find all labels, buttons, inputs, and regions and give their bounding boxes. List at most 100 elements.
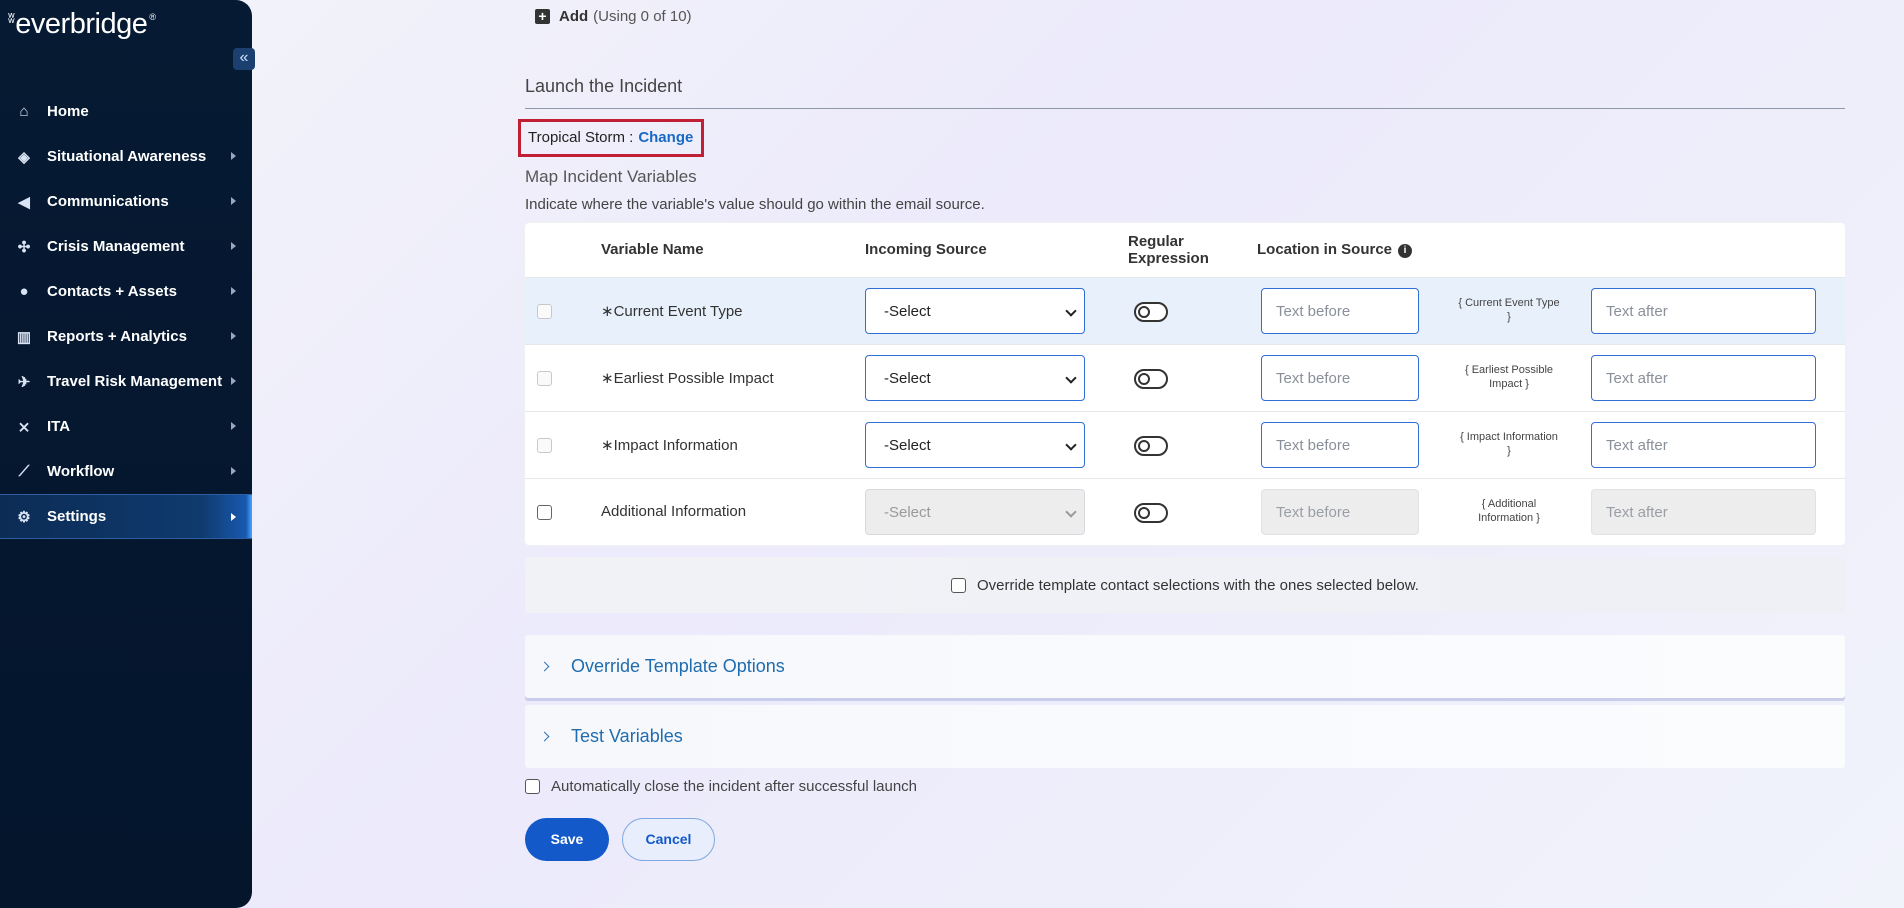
megaphone-icon: ◀ xyxy=(18,193,30,211)
registered-mark-icon: ® xyxy=(149,12,156,22)
home-icon: ⌂ xyxy=(19,103,29,120)
chevron-right-icon xyxy=(231,287,236,295)
text-after-input[interactable]: Text after xyxy=(1591,422,1816,468)
everbridge-logo[interactable]: ʬ everbridge ® xyxy=(8,8,156,41)
column-header-variable-name: Variable Name xyxy=(601,241,704,258)
select-value: -Select xyxy=(884,504,931,521)
sidebar-item-settings[interactable]: ⚙ Settings xyxy=(0,494,252,539)
incident-template-name: Tropical Storm : xyxy=(528,129,634,146)
variable-token-line1: { Impact Information xyxy=(1460,431,1558,443)
text-after-input[interactable]: Text after xyxy=(1591,288,1816,334)
map-variables-title: Map Incident Variables xyxy=(525,167,697,186)
sidebar-item-contacts-assets[interactable]: ● Contacts + Assets xyxy=(0,269,252,314)
sidebar-item-label: Contacts + Assets xyxy=(47,283,177,300)
variable-token: { Additional Information } xyxy=(1451,497,1567,525)
chevron-down-icon xyxy=(1065,305,1077,317)
accordion-label: Override Template Options xyxy=(571,656,785,676)
incoming-source-select[interactable]: -Select xyxy=(865,422,1085,468)
location-pin-icon: ● xyxy=(19,283,29,300)
override-contacts-bar: Override template contact selections wit… xyxy=(525,557,1845,613)
chevron-down-icon xyxy=(1065,506,1077,518)
ita-icon: ⨯ xyxy=(17,418,31,436)
override-template-options-accordion[interactable]: Override Template Options xyxy=(525,635,1845,698)
regular-expression-toggle[interactable] xyxy=(1134,369,1168,389)
map-variables-description: Indicate where the variable's value shou… xyxy=(525,196,985,213)
column-header-regular-expression-line2: Expression xyxy=(1128,250,1209,267)
add-variable-row[interactable]: + Add (Using 0 of 10) xyxy=(535,8,692,25)
text-before-input[interactable]: Text before xyxy=(1261,355,1419,401)
text-before-input: Text before xyxy=(1261,489,1419,535)
bar-chart-icon: ▥ xyxy=(16,328,32,346)
line-chart-icon: ⟋ xyxy=(18,463,30,480)
regular-expression-toggle[interactable] xyxy=(1134,436,1168,456)
sidebar-item-reports-analytics[interactable]: ▥ Reports + Analytics xyxy=(0,314,252,359)
change-template-link[interactable]: Change xyxy=(638,129,693,146)
add-usage-count: (Using 0 of 10) xyxy=(593,8,692,25)
sidebar-item-label: Home xyxy=(47,103,89,120)
sidebar-item-label: Communications xyxy=(47,193,169,210)
test-variables-accordion[interactable]: Test Variables xyxy=(525,705,1845,768)
regular-expression-toggle[interactable] xyxy=(1134,302,1168,322)
column-header-location-in-source: Location in Source i xyxy=(1257,241,1413,258)
sidebar-item-workflow[interactable]: ⟋ Workflow xyxy=(0,449,252,494)
chevron-right-icon xyxy=(231,242,236,250)
double-chevron-left-icon: « xyxy=(239,49,249,66)
info-icon[interactable]: i xyxy=(1398,244,1413,258)
incoming-source-select[interactable]: -Select xyxy=(865,288,1085,334)
chevron-right-icon xyxy=(539,661,550,672)
override-contacts-label[interactable]: Override template contact selections wit… xyxy=(977,577,1419,594)
plus-square-icon[interactable]: + xyxy=(535,9,550,24)
chevron-right-icon xyxy=(231,332,236,340)
text-before-input[interactable]: Text before xyxy=(1261,422,1419,468)
toggle-knob xyxy=(1138,507,1150,519)
add-label[interactable]: Add xyxy=(559,8,588,25)
sidebar-item-communications[interactable]: ◀ Communications xyxy=(0,179,252,224)
variable-token: { Earliest Possible Impact } xyxy=(1451,363,1567,391)
variable-token-line1: { Current Event Type xyxy=(1458,297,1560,309)
cancel-button[interactable]: Cancel xyxy=(622,818,715,861)
sidebar-item-situational-awareness[interactable]: ◈ Situational Awareness xyxy=(0,134,252,179)
location-in-source-label: Location in Source xyxy=(1257,241,1393,258)
sidebar-item-travel-risk-management[interactable]: ✈ Travel Risk Management xyxy=(0,359,252,404)
auto-close-option[interactable]: Automatically close the incident after s… xyxy=(525,778,917,795)
accordion-label: Test Variables xyxy=(571,726,683,746)
table-row: ∗Current Event Type -Select Text before … xyxy=(525,277,1845,344)
variable-token: { Impact Information } xyxy=(1451,430,1567,458)
gear-icon: ⚙ xyxy=(17,508,31,526)
sidebar-item-crisis-management[interactable]: ✣ Crisis Management xyxy=(0,224,252,269)
sidebar-nav: ⌂ Home ◈ Situational Awareness ◀ Communi… xyxy=(0,89,252,539)
text-before-input[interactable]: Text before xyxy=(1261,288,1419,334)
select-value: -Select xyxy=(884,370,931,387)
row-checkbox[interactable] xyxy=(537,505,552,520)
variable-token-line2: Information } xyxy=(1478,512,1540,524)
override-contacts-checkbox[interactable] xyxy=(951,578,966,593)
variable-token: { Current Event Type } xyxy=(1451,296,1567,324)
text-after-input[interactable]: Text after xyxy=(1591,355,1816,401)
sidebar-item-label: Situational Awareness xyxy=(47,148,207,165)
auto-close-checkbox[interactable] xyxy=(525,779,540,794)
logo-text: everbridge xyxy=(15,8,148,40)
row-checkbox xyxy=(537,304,552,319)
sidebar-item-home[interactable]: ⌂ Home xyxy=(0,89,252,134)
sidebar-item-label: Workflow xyxy=(47,463,115,480)
sidebar-item-ita[interactable]: ⨯ ITA xyxy=(0,404,252,449)
auto-close-label[interactable]: Automatically close the incident after s… xyxy=(551,778,917,795)
sidebar-item-label: Settings xyxy=(47,508,107,525)
chevron-right-icon xyxy=(231,513,236,521)
column-header-incoming-source: Incoming Source xyxy=(865,241,987,258)
toggle-knob xyxy=(1138,440,1150,452)
table-row: Additional Information -Select Text befo… xyxy=(525,478,1845,545)
regular-expression-toggle[interactable] xyxy=(1134,503,1168,523)
chevron-right-icon xyxy=(231,467,236,475)
table-row: ∗Earliest Possible Impact -Select Text b… xyxy=(525,344,1845,411)
chevron-down-icon xyxy=(1065,439,1077,451)
variables-table: Variable Name Incoming Source Regular Ex… xyxy=(525,223,1845,545)
row-checkbox xyxy=(537,371,552,386)
sidebar-item-label: Reports + Analytics xyxy=(47,328,187,345)
chevron-right-icon xyxy=(539,731,550,742)
collapse-sidebar-button[interactable]: « xyxy=(233,48,255,70)
section-divider xyxy=(525,108,1845,109)
sidebar-item-label: Crisis Management xyxy=(47,238,185,255)
incoming-source-select[interactable]: -Select xyxy=(865,355,1085,401)
save-button[interactable]: Save xyxy=(525,818,609,861)
